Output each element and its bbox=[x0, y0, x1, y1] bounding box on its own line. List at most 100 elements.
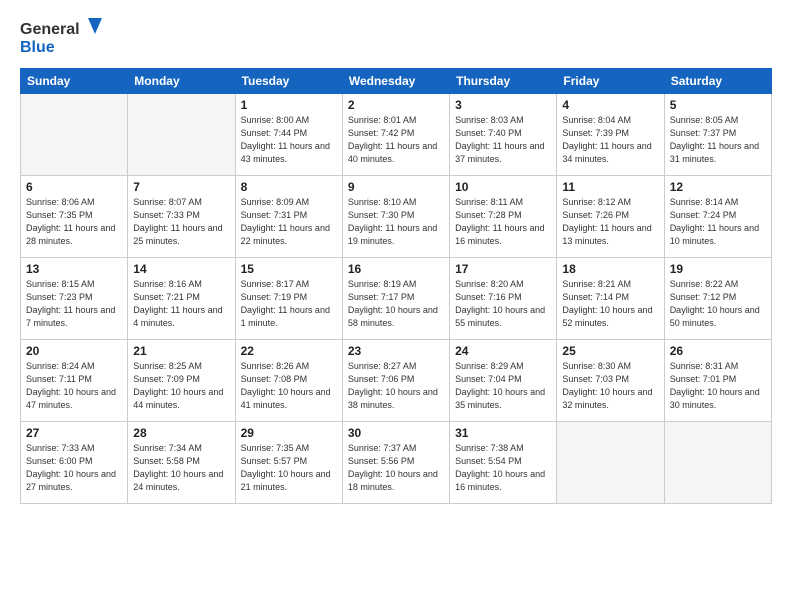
day-number: 1 bbox=[241, 98, 337, 112]
calendar-cell: 10Sunrise: 8:11 AM Sunset: 7:28 PM Dayli… bbox=[450, 176, 557, 258]
calendar-cell: 31Sunrise: 7:38 AM Sunset: 5:54 PM Dayli… bbox=[450, 422, 557, 504]
calendar-cell: 2Sunrise: 8:01 AM Sunset: 7:42 PM Daylig… bbox=[342, 94, 449, 176]
day-header-sunday: Sunday bbox=[21, 69, 128, 94]
cell-info: Sunrise: 8:06 AM Sunset: 7:35 PM Dayligh… bbox=[26, 196, 122, 248]
cell-info: Sunrise: 8:16 AM Sunset: 7:21 PM Dayligh… bbox=[133, 278, 229, 330]
day-number: 13 bbox=[26, 262, 122, 276]
day-number: 5 bbox=[670, 98, 766, 112]
calendar-cell: 16Sunrise: 8:19 AM Sunset: 7:17 PM Dayli… bbox=[342, 258, 449, 340]
calendar-week-row: 27 Sunrise: 7:33 AM Sunset: 6:00 PM Dayli… bbox=[21, 422, 772, 504]
calendar-cell bbox=[21, 94, 128, 176]
day-number: 23 bbox=[348, 344, 444, 358]
calendar-cell: 25Sunrise: 8:30 AM Sunset: 7:03 PM Dayli… bbox=[557, 340, 664, 422]
day-header-monday: Monday bbox=[128, 69, 235, 94]
cell-info: Sunrise: 8:09 AM Sunset: 7:31 PM Dayligh… bbox=[241, 196, 337, 248]
cell-info: Sunrise: 8:30 AM Sunset: 7:03 PM Dayligh… bbox=[562, 360, 658, 412]
calendar-cell: 8 Sunrise: 8:09 AM Sunset: 7:31 PM Daylig… bbox=[235, 176, 342, 258]
cell-info: Sunrise: 8:20 AM Sunset: 7:16 PM Dayligh… bbox=[455, 278, 551, 330]
day-number: 9 bbox=[348, 180, 444, 194]
cell-info: Sunrise: 8:10 AM Sunset: 7:30 PM Dayligh… bbox=[348, 196, 444, 248]
day-number: 22 bbox=[241, 344, 337, 358]
calendar-cell: 18Sunrise: 8:21 AM Sunset: 7:14 PM Dayli… bbox=[557, 258, 664, 340]
day-number: 4 bbox=[562, 98, 658, 112]
cell-info: Sunrise: 8:17 AM Sunset: 7:19 PM Dayligh… bbox=[241, 278, 337, 330]
cell-info: Sunrise: 7:33 AM Sunset: 6:00 PM Dayligh… bbox=[26, 442, 122, 494]
cell-info: Sunrise: 8:27 AM Sunset: 7:06 PM Dayligh… bbox=[348, 360, 444, 412]
calendar-cell: 23 Sunrise: 8:27 AM Sunset: 7:06 PM Dayli… bbox=[342, 340, 449, 422]
cell-info: Sunrise: 7:34 AM Sunset: 5:58 PM Dayligh… bbox=[133, 442, 229, 494]
calendar-cell: 4 Sunrise: 8:04 AM Sunset: 7:39 PM Daylig… bbox=[557, 94, 664, 176]
cell-info: Sunrise: 8:21 AM Sunset: 7:14 PM Dayligh… bbox=[562, 278, 658, 330]
day-header-wednesday: Wednesday bbox=[342, 69, 449, 94]
calendar-cell: 11Sunrise: 8:12 AM Sunset: 7:26 PM Dayli… bbox=[557, 176, 664, 258]
cell-info: Sunrise: 8:07 AM Sunset: 7:33 PM Dayligh… bbox=[133, 196, 229, 248]
day-number: 7 bbox=[133, 180, 229, 194]
calendar-week-row: 1 Sunrise: 8:00 AM Sunset: 7:44 PM Daylig… bbox=[21, 94, 772, 176]
calendar-header-row: SundayMondayTuesdayWednesdayThursdayFrid… bbox=[21, 69, 772, 94]
day-number: 29 bbox=[241, 426, 337, 440]
cell-info: Sunrise: 7:37 AM Sunset: 5:56 PM Dayligh… bbox=[348, 442, 444, 494]
calendar-cell: 19Sunrise: 8:22 AM Sunset: 7:12 PM Dayli… bbox=[664, 258, 771, 340]
calendar-cell: 24 Sunrise: 8:29 AM Sunset: 7:04 PM Dayli… bbox=[450, 340, 557, 422]
calendar-cell: 27 Sunrise: 7:33 AM Sunset: 6:00 PM Dayli… bbox=[21, 422, 128, 504]
svg-text:Blue: Blue bbox=[20, 39, 55, 56]
calendar-cell: 5 Sunrise: 8:05 AM Sunset: 7:37 PM Daylig… bbox=[664, 94, 771, 176]
cell-info: Sunrise: 8:19 AM Sunset: 7:17 PM Dayligh… bbox=[348, 278, 444, 330]
calendar-cell bbox=[557, 422, 664, 504]
day-number: 12 bbox=[670, 180, 766, 194]
cell-info: Sunrise: 7:35 AM Sunset: 5:57 PM Dayligh… bbox=[241, 442, 337, 494]
cell-info: Sunrise: 8:26 AM Sunset: 7:08 PM Dayligh… bbox=[241, 360, 337, 412]
calendar-week-row: 6 Sunrise: 8:06 AM Sunset: 7:35 PM Daylig… bbox=[21, 176, 772, 258]
cell-info: Sunrise: 8:04 AM Sunset: 7:39 PM Dayligh… bbox=[562, 114, 658, 166]
cell-info: Sunrise: 8:31 AM Sunset: 7:01 PM Dayligh… bbox=[670, 360, 766, 412]
calendar-cell: 15 Sunrise: 8:17 AM Sunset: 7:19 PM Dayli… bbox=[235, 258, 342, 340]
cell-info: Sunrise: 8:24 AM Sunset: 7:11 PM Dayligh… bbox=[26, 360, 122, 412]
day-number: 14 bbox=[133, 262, 229, 276]
day-number: 24 bbox=[455, 344, 551, 358]
cell-info: Sunrise: 8:00 AM Sunset: 7:44 PM Dayligh… bbox=[241, 114, 337, 166]
day-number: 27 bbox=[26, 426, 122, 440]
calendar-cell: 7 Sunrise: 8:07 AM Sunset: 7:33 PM Daylig… bbox=[128, 176, 235, 258]
cell-info: Sunrise: 8:29 AM Sunset: 7:04 PM Dayligh… bbox=[455, 360, 551, 412]
cell-info: Sunrise: 8:03 AM Sunset: 7:40 PM Dayligh… bbox=[455, 114, 551, 166]
day-header-friday: Friday bbox=[557, 69, 664, 94]
calendar-cell: 14 Sunrise: 8:16 AM Sunset: 7:21 PM Dayli… bbox=[128, 258, 235, 340]
logo: GeneralBlue bbox=[20, 16, 110, 58]
cell-info: Sunrise: 8:15 AM Sunset: 7:23 PM Dayligh… bbox=[26, 278, 122, 330]
day-number: 8 bbox=[241, 180, 337, 194]
day-number: 31 bbox=[455, 426, 551, 440]
calendar-cell: 6 Sunrise: 8:06 AM Sunset: 7:35 PM Daylig… bbox=[21, 176, 128, 258]
calendar-cell: 20 Sunrise: 8:24 AM Sunset: 7:11 PM Dayli… bbox=[21, 340, 128, 422]
day-number: 28 bbox=[133, 426, 229, 440]
day-number: 17 bbox=[455, 262, 551, 276]
day-header-thursday: Thursday bbox=[450, 69, 557, 94]
calendar-cell: 21 Sunrise: 8:25 AM Sunset: 7:09 PM Dayli… bbox=[128, 340, 235, 422]
day-number: 2 bbox=[348, 98, 444, 112]
calendar-cell: 28 Sunrise: 7:34 AM Sunset: 5:58 PM Dayli… bbox=[128, 422, 235, 504]
day-number: 6 bbox=[26, 180, 122, 194]
cell-info: Sunrise: 8:05 AM Sunset: 7:37 PM Dayligh… bbox=[670, 114, 766, 166]
day-number: 11 bbox=[562, 180, 658, 194]
calendar-cell: 13 Sunrise: 8:15 AM Sunset: 7:23 PM Dayli… bbox=[21, 258, 128, 340]
calendar-table: SundayMondayTuesdayWednesdayThursdayFrid… bbox=[20, 68, 772, 504]
day-number: 26 bbox=[670, 344, 766, 358]
logo-icon: GeneralBlue bbox=[20, 16, 110, 58]
day-number: 21 bbox=[133, 344, 229, 358]
header: GeneralBlue bbox=[20, 16, 772, 58]
day-number: 20 bbox=[26, 344, 122, 358]
calendar-cell bbox=[664, 422, 771, 504]
svg-text:General: General bbox=[20, 21, 80, 38]
cell-info: Sunrise: 8:25 AM Sunset: 7:09 PM Dayligh… bbox=[133, 360, 229, 412]
calendar-cell: 9 Sunrise: 8:10 AM Sunset: 7:30 PM Daylig… bbox=[342, 176, 449, 258]
calendar-week-row: 13 Sunrise: 8:15 AM Sunset: 7:23 PM Dayli… bbox=[21, 258, 772, 340]
day-header-tuesday: Tuesday bbox=[235, 69, 342, 94]
day-number: 30 bbox=[348, 426, 444, 440]
calendar-cell: 22 Sunrise: 8:26 AM Sunset: 7:08 PM Dayli… bbox=[235, 340, 342, 422]
cell-info: Sunrise: 8:14 AM Sunset: 7:24 PM Dayligh… bbox=[670, 196, 766, 248]
day-number: 15 bbox=[241, 262, 337, 276]
page: GeneralBlue SundayMondayTuesdayWednesday… bbox=[0, 0, 792, 612]
day-number: 19 bbox=[670, 262, 766, 276]
day-header-saturday: Saturday bbox=[664, 69, 771, 94]
calendar-cell: 29 Sunrise: 7:35 AM Sunset: 5:57 PM Dayli… bbox=[235, 422, 342, 504]
calendar-cell: 12 Sunrise: 8:14 AM Sunset: 7:24 PM Dayli… bbox=[664, 176, 771, 258]
